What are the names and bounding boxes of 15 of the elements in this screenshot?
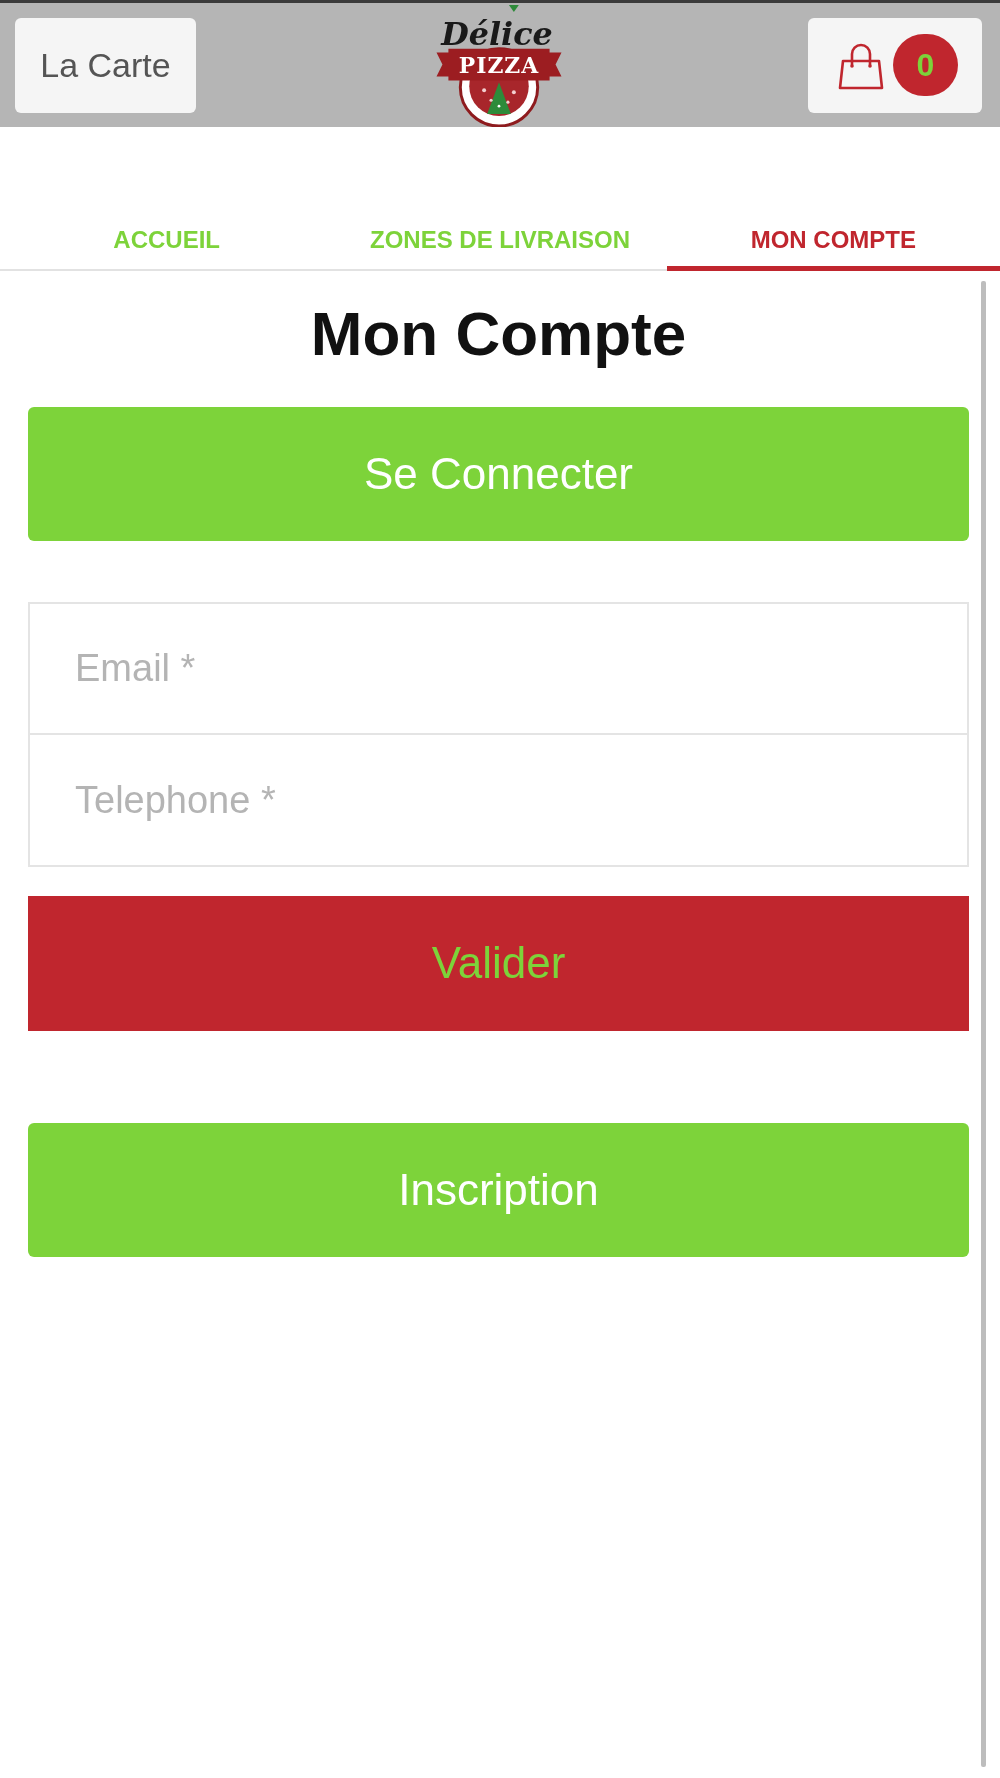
email-field[interactable]: Email * xyxy=(28,602,969,735)
cart-count-badge: 0 xyxy=(893,34,958,96)
nav-tab[interactable]: MON COMPTE xyxy=(666,207,1000,271)
logo-ribbon: PIZZA xyxy=(436,48,561,81)
phone-field[interactable]: Telephone * xyxy=(28,735,969,867)
nav-tab[interactable]: ZONES DE LIVRAISON xyxy=(333,207,667,271)
signup-button[interactable]: Inscription xyxy=(28,1123,969,1257)
scrollbar[interactable] xyxy=(981,281,986,1767)
cart-button[interactable]: 0 xyxy=(808,17,982,113)
menu-button[interactable]: La Carte xyxy=(15,17,196,113)
triangle-icon xyxy=(508,5,519,12)
submit-button[interactable]: Valider xyxy=(28,896,969,1031)
login-button[interactable]: Se Connecter xyxy=(28,407,969,541)
nav-tab[interactable]: ACCUEIL xyxy=(0,207,334,271)
page-title: Mon Compte xyxy=(309,298,688,370)
